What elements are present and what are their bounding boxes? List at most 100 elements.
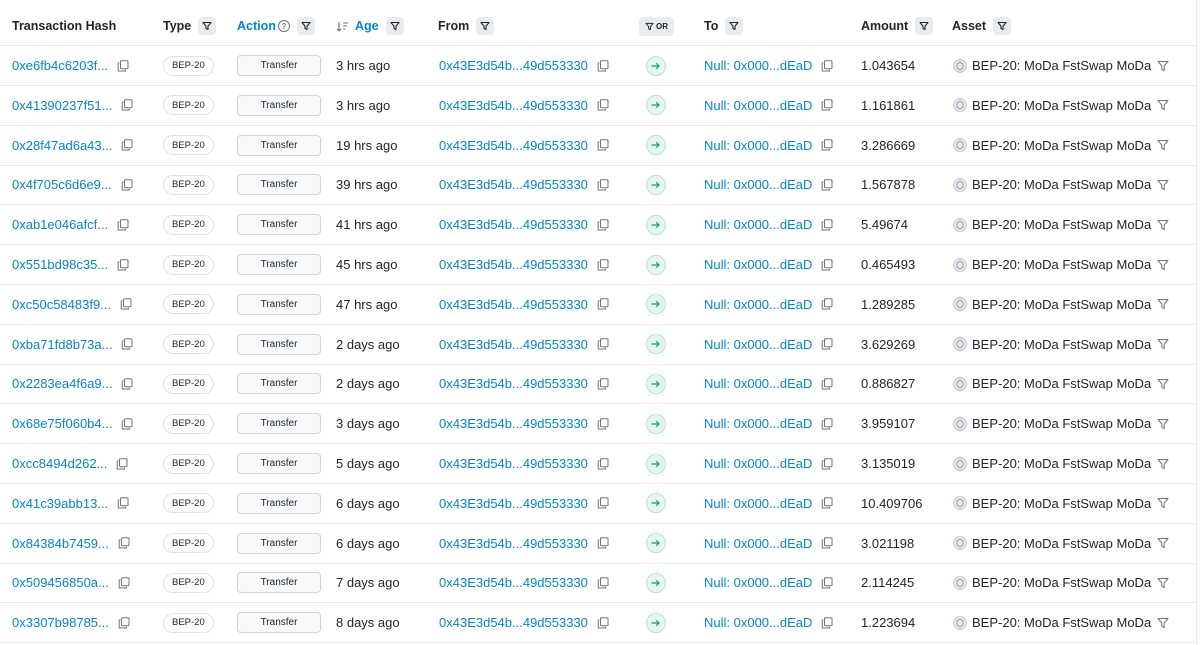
to-address-link[interactable]: Null: 0x000...dEaD [704, 177, 812, 192]
copy-icon[interactable] [597, 139, 609, 151]
copy-icon[interactable] [821, 139, 833, 151]
to-address-link[interactable]: Null: 0x000...dEaD [704, 615, 812, 630]
copy-icon[interactable] [118, 616, 130, 629]
from-address-link[interactable]: 0x43E3d54b...49d553330 [439, 615, 588, 630]
copy-icon[interactable] [597, 378, 609, 390]
asset-name[interactable]: BEP-20: MoDa FstSwap MoDa [972, 615, 1151, 630]
to-address-link[interactable]: Null: 0x000...dEaD [704, 376, 812, 391]
type-filter-button[interactable] [198, 17, 217, 35]
to-address-link[interactable]: Null: 0x000...dEaD [704, 257, 812, 272]
copy-icon[interactable] [821, 59, 833, 72]
asset-name[interactable]: BEP-20: MoDa FstSwap MoDa [972, 257, 1151, 272]
copy-icon[interactable] [821, 258, 833, 271]
to-address-link[interactable]: Null: 0x000...dEaD [704, 217, 812, 232]
copy-icon[interactable] [821, 417, 833, 430]
asset-name[interactable]: BEP-20: MoDa FstSwap MoDa [972, 98, 1151, 113]
action-badge[interactable]: Transfer [237, 134, 321, 156]
header-action-label[interactable]: Action [237, 19, 276, 33]
copy-icon[interactable] [117, 258, 129, 271]
from-address-link[interactable]: 0x43E3d54b...49d553330 [439, 456, 588, 471]
action-badge[interactable]: Transfer [237, 572, 321, 594]
copy-icon[interactable] [821, 218, 833, 231]
asset-name[interactable]: BEP-20: MoDa FstSwap MoDa [972, 58, 1151, 73]
copy-icon[interactable] [116, 457, 128, 470]
asset-name[interactable]: BEP-20: MoDa FstSwap MoDa [972, 575, 1151, 590]
action-badge[interactable]: Transfer [237, 333, 321, 355]
copy-icon[interactable] [121, 179, 133, 191]
copy-icon[interactable] [597, 616, 609, 629]
to-address-link[interactable]: Null: 0x000...dEaD [704, 98, 812, 113]
copy-icon[interactable] [118, 577, 130, 589]
asset-filter-button[interactable] [993, 17, 1012, 35]
from-address-link[interactable]: 0x43E3d54b...49d553330 [439, 536, 588, 551]
copy-icon[interactable] [597, 99, 609, 111]
action-badge[interactable]: Transfer [237, 293, 321, 315]
from-address-link[interactable]: 0x43E3d54b...49d553330 [439, 217, 588, 232]
action-badge[interactable]: Transfer [237, 453, 321, 474]
to-address-link[interactable]: Null: 0x000...dEaD [704, 575, 812, 590]
action-badge[interactable]: Transfer [237, 254, 321, 275]
to-address-link[interactable]: Null: 0x000...dEaD [704, 297, 812, 312]
funnel-icon[interactable] [1157, 537, 1169, 549]
transaction-hash-link[interactable]: 0xc50c58483f9... [12, 297, 111, 312]
copy-icon[interactable] [597, 218, 609, 231]
transaction-hash-link[interactable]: 0x41390237f51... [12, 98, 112, 113]
from-address-link[interactable]: 0x43E3d54b...49d553330 [439, 138, 588, 153]
copy-icon[interactable] [821, 577, 833, 589]
from-address-link[interactable]: 0x43E3d54b...49d553330 [439, 98, 588, 113]
copy-icon[interactable] [117, 218, 129, 231]
funnel-icon[interactable] [1157, 259, 1169, 271]
funnel-icon[interactable] [1157, 338, 1169, 350]
funnel-icon[interactable] [1157, 298, 1169, 310]
transaction-hash-link[interactable]: 0x3307b98785... [12, 615, 109, 630]
asset-name[interactable]: BEP-20: MoDa FstSwap MoDa [972, 297, 1151, 312]
from-address-link[interactable]: 0x43E3d54b...49d553330 [439, 575, 588, 590]
funnel-icon[interactable] [1157, 617, 1169, 629]
copy-icon[interactable] [597, 577, 609, 589]
copy-icon[interactable] [821, 179, 833, 191]
action-badge[interactable]: Transfer [237, 532, 321, 554]
copy-icon[interactable] [821, 298, 833, 310]
asset-name[interactable]: BEP-20: MoDa FstSwap MoDa [972, 536, 1151, 551]
action-badge[interactable]: Transfer [237, 55, 321, 76]
action-badge[interactable]: Transfer [237, 492, 321, 514]
to-address-link[interactable]: Null: 0x000...dEaD [704, 456, 812, 471]
copy-icon[interactable] [821, 338, 833, 350]
amount-filter-button[interactable] [915, 17, 934, 35]
transaction-hash-link[interactable]: 0xab1e046afcf... [12, 217, 108, 232]
copy-icon[interactable] [597, 537, 609, 549]
asset-name[interactable]: BEP-20: MoDa FstSwap MoDa [972, 376, 1151, 391]
to-address-link[interactable]: Null: 0x000...dEaD [704, 496, 812, 511]
to-filter-button[interactable] [725, 17, 744, 35]
from-address-link[interactable]: 0x43E3d54b...49d553330 [439, 376, 588, 391]
copy-icon[interactable] [597, 417, 609, 430]
asset-name[interactable]: BEP-20: MoDa FstSwap MoDa [972, 138, 1151, 153]
funnel-icon[interactable] [1157, 60, 1169, 72]
action-badge[interactable]: Transfer [237, 174, 321, 196]
copy-icon[interactable] [821, 537, 833, 549]
funnel-icon[interactable] [1157, 219, 1169, 231]
age-filter-button[interactable] [385, 17, 404, 35]
action-filter-button[interactable] [296, 17, 315, 35]
transaction-hash-link[interactable]: 0x68e75f060b4... [12, 416, 112, 431]
from-filter-button[interactable] [476, 17, 495, 35]
funnel-icon[interactable] [1157, 179, 1169, 191]
copy-icon[interactable] [121, 338, 133, 350]
copy-icon[interactable] [121, 139, 133, 151]
header-age-label[interactable]: Age [355, 19, 379, 33]
sort-descending-icon[interactable] [336, 20, 349, 33]
copy-icon[interactable] [821, 378, 833, 390]
help-icon[interactable]: ? [277, 20, 290, 32]
funnel-icon[interactable] [1157, 577, 1169, 589]
from-address-link[interactable]: 0x43E3d54b...49d553330 [439, 416, 588, 431]
funnel-icon[interactable] [1157, 378, 1169, 390]
asset-name[interactable]: BEP-20: MoDa FstSwap MoDa [972, 456, 1151, 471]
copy-icon[interactable] [121, 99, 133, 111]
direction-or-filter-button[interactable]: OR [639, 17, 674, 36]
to-address-link[interactable]: Null: 0x000...dEaD [704, 416, 812, 431]
copy-icon[interactable] [117, 497, 129, 509]
copy-icon[interactable] [821, 616, 833, 629]
asset-name[interactable]: BEP-20: MoDa FstSwap MoDa [972, 177, 1151, 192]
copy-icon[interactable] [821, 457, 833, 470]
funnel-icon[interactable] [1157, 99, 1169, 111]
